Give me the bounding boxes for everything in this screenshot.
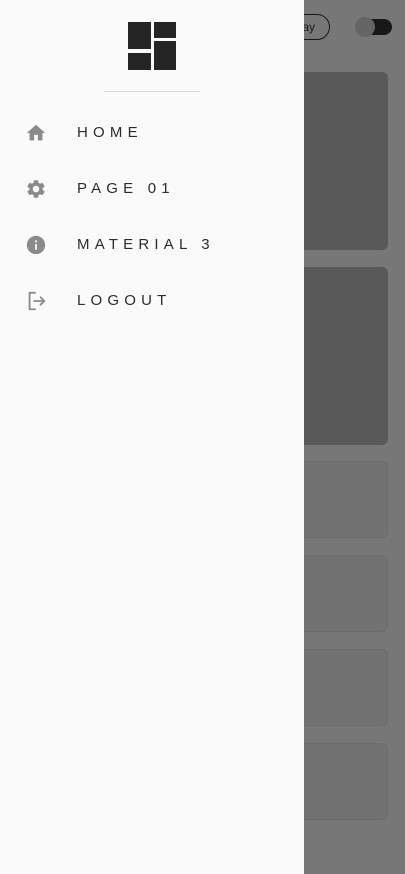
header-divider bbox=[104, 91, 200, 92]
drawer-item-label: PAGE 01 bbox=[77, 180, 175, 197]
home-icon bbox=[25, 122, 47, 144]
drawer-item-material-3[interactable]: MATERIAL 3 bbox=[0, 217, 304, 273]
drawer-item-label: LOGOUT bbox=[77, 292, 172, 309]
navigation-drawer: HOME PAGE 01 MATERIAL 3 LOGOUT bbox=[0, 0, 304, 874]
drawer-logo bbox=[104, 0, 200, 92]
drawer-item-page-01[interactable]: PAGE 01 bbox=[0, 161, 304, 217]
info-icon bbox=[25, 234, 47, 256]
drawer-header bbox=[0, 0, 304, 93]
drawer-item-home[interactable]: HOME bbox=[0, 105, 304, 161]
drawer-item-logout[interactable]: LOGOUT bbox=[0, 273, 304, 329]
dashboard-logo-icon bbox=[128, 22, 176, 70]
drawer-item-label: HOME bbox=[77, 124, 143, 141]
drawer-item-label: MATERIAL 3 bbox=[77, 236, 215, 253]
drawer-menu: HOME PAGE 01 MATERIAL 3 LOGOUT bbox=[0, 105, 304, 329]
logout-icon bbox=[25, 290, 47, 312]
gear-icon bbox=[25, 178, 47, 200]
